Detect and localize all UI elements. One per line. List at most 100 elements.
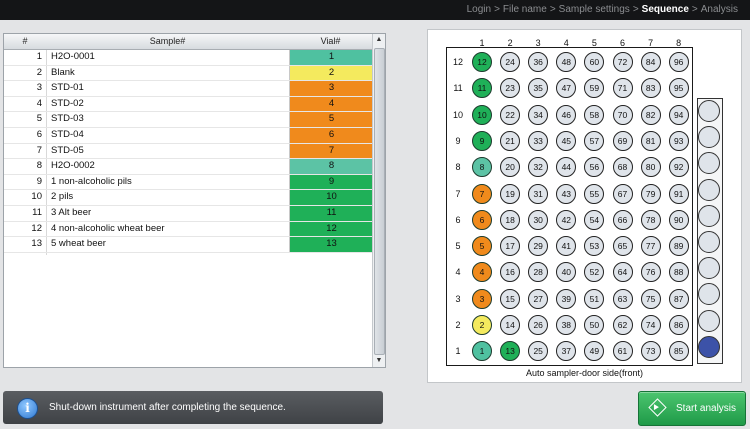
tray-well[interactable]: 12 — [472, 52, 492, 72]
external-vial-position[interactable] — [698, 335, 720, 358]
sample-name[interactable]: 3 Alt beer — [51, 207, 91, 218]
sample-name[interactable]: 4 non-alcoholic wheat beer — [51, 223, 165, 234]
tray-well[interactable]: 79 — [640, 183, 661, 204]
tray-well[interactable]: 7 — [472, 183, 492, 204]
sample-name[interactable]: STD-05 — [51, 145, 84, 156]
tray-well[interactable]: 6 — [472, 209, 492, 230]
tray-well[interactable]: 64 — [612, 262, 633, 283]
tray-well[interactable]: 87 — [668, 288, 689, 309]
sample-name[interactable]: Blank — [51, 67, 75, 78]
tray-well[interactable]: 21 — [500, 130, 521, 151]
tray-well[interactable]: 90 — [668, 209, 689, 230]
tray-well[interactable]: 58 — [584, 104, 605, 125]
table-row[interactable]: 11 3 Alt beer 11 — [4, 205, 373, 222]
tray-well[interactable]: 19 — [500, 183, 521, 204]
table-row[interactable]: 10 2 pils 10 — [4, 190, 373, 206]
table-row[interactable]: 7 STD-05 7 — [4, 143, 373, 160]
tray-well[interactable]: 18 — [500, 209, 521, 230]
tray-well[interactable]: 62 — [612, 315, 633, 335]
vial-number[interactable]: 4 — [289, 96, 373, 112]
external-vial-position[interactable] — [698, 309, 720, 332]
scroll-thumb[interactable] — [374, 48, 385, 355]
vial-number[interactable]: 11 — [289, 205, 373, 221]
tray-well[interactable]: 22 — [500, 104, 521, 125]
table-row[interactable]: 8 H2O-0002 8 — [4, 159, 373, 175]
tray-well[interactable]: 84 — [640, 52, 661, 72]
external-vial-position[interactable] — [698, 100, 720, 122]
tray-well[interactable]: 3 — [472, 288, 492, 309]
breadcrumb-step[interactable]: Sequence — [642, 4, 689, 15]
header-sample[interactable]: Sample# — [46, 36, 289, 46]
tray-well[interactable]: 34 — [528, 104, 549, 125]
tray-well[interactable]: 51 — [584, 288, 605, 309]
tray-well[interactable]: 68 — [612, 157, 633, 178]
external-vial-position[interactable] — [698, 231, 720, 253]
sample-name[interactable]: 5 wheat beer — [51, 238, 106, 249]
vial-number[interactable]: 5 — [289, 112, 373, 127]
tray-well[interactable]: 43 — [556, 183, 577, 204]
tray-well[interactable]: 92 — [668, 157, 689, 178]
tray-well[interactable]: 83 — [640, 78, 661, 99]
table-row[interactable]: 12 4 non-alcoholic wheat beer 12 — [4, 221, 373, 238]
tray-well[interactable]: 78 — [640, 209, 661, 230]
breadcrumb-step[interactable]: Analysis — [701, 4, 738, 15]
vial-number[interactable]: 1 — [289, 50, 373, 65]
table-row[interactable]: 4 STD-02 4 — [4, 96, 373, 113]
table-row[interactable]: 6 STD-04 6 — [4, 127, 373, 144]
header-num[interactable]: # — [4, 36, 46, 46]
table-row[interactable]: 5 STD-03 5 — [4, 112, 373, 128]
tray-well[interactable]: 66 — [612, 209, 633, 230]
tray-well[interactable]: 93 — [668, 130, 689, 151]
table-row[interactable]: 3 STD-01 3 — [4, 81, 373, 97]
tray-well[interactable]: 71 — [612, 78, 633, 99]
table-row[interactable]: 1 H2O-0001 1 — [4, 50, 373, 66]
vial-number[interactable]: 13 — [289, 237, 373, 252]
tray-well[interactable]: 2 — [472, 315, 492, 335]
vial-number[interactable]: 12 — [289, 221, 373, 237]
tray-well[interactable]: 91 — [668, 183, 689, 204]
breadcrumb-step[interactable]: File name — [503, 4, 547, 15]
tray-well[interactable]: 74 — [640, 315, 661, 335]
table-scrollbar[interactable]: ▲ ▼ — [372, 34, 385, 367]
vial-number[interactable]: 7 — [289, 143, 373, 159]
sample-name[interactable]: 1 non-alcoholic pils — [51, 176, 132, 187]
vial-number[interactable]: 10 — [289, 190, 373, 205]
vial-number[interactable]: 9 — [289, 174, 373, 190]
tray-well[interactable]: 30 — [528, 209, 549, 230]
tray-well[interactable]: 31 — [528, 183, 549, 204]
tray-well[interactable]: 9 — [472, 130, 492, 151]
table-row[interactable]: 9 1 non-alcoholic pils 9 — [4, 174, 373, 191]
sample-name[interactable]: STD-01 — [51, 82, 84, 93]
sample-name[interactable]: H2O-0002 — [51, 160, 95, 171]
tray-well[interactable]: 77 — [640, 236, 661, 257]
tray-well[interactable]: 72 — [612, 52, 633, 72]
tray-well[interactable]: 95 — [668, 78, 689, 99]
tray-well[interactable]: 80 — [640, 157, 661, 178]
scroll-down-arrow-icon[interactable]: ▼ — [373, 355, 385, 367]
tray-well[interactable]: 76 — [640, 262, 661, 283]
vial-number[interactable]: 3 — [289, 81, 373, 96]
header-vial[interactable]: Vial# — [289, 36, 372, 46]
breadcrumb-step[interactable]: Sample settings — [559, 4, 630, 15]
tray-well[interactable]: 69 — [612, 130, 633, 151]
tray-well[interactable]: 24 — [500, 52, 521, 72]
sample-name[interactable]: 2 pils — [51, 191, 73, 202]
tray-well[interactable]: 55 — [584, 183, 605, 204]
tray-well[interactable]: 5 — [472, 236, 492, 257]
tray-well[interactable]: 88 — [668, 262, 689, 283]
start-analysis-button[interactable]: Start analysis — [638, 391, 746, 426]
tray-well[interactable]: 27 — [528, 288, 549, 309]
tray-well[interactable]: 70 — [612, 104, 633, 125]
vial-number[interactable]: 8 — [289, 159, 373, 174]
tray-well[interactable]: 67 — [612, 183, 633, 204]
scroll-up-arrow-icon[interactable]: ▲ — [373, 34, 385, 46]
tray-well[interactable]: 85 — [668, 341, 689, 362]
tray-well[interactable]: 15 — [500, 288, 521, 309]
tray-well[interactable]: 14 — [500, 315, 521, 335]
tray-well[interactable]: 94 — [668, 104, 689, 125]
sample-name[interactable]: STD-04 — [51, 129, 84, 140]
sample-name[interactable]: STD-02 — [51, 98, 84, 109]
table-row[interactable]: 2 Blank 2 — [4, 65, 373, 82]
sample-name[interactable]: STD-03 — [51, 113, 84, 124]
tray-well[interactable]: 86 — [668, 315, 689, 335]
